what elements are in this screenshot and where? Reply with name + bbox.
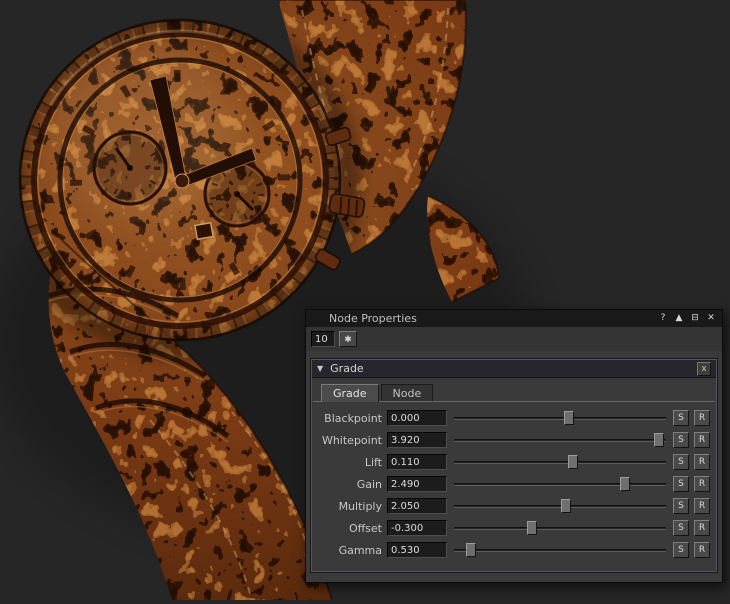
tab-node[interactable]: Node: [381, 384, 434, 401]
parameter-value-field[interactable]: [387, 520, 447, 536]
parameter-value-field[interactable]: [387, 410, 447, 426]
grade-group-header[interactable]: ▼ Grade x: [312, 360, 716, 378]
panel-titlebar[interactable]: Node Properties ? ▲ ⊟ ✕: [306, 310, 722, 327]
titlebar-icons: ? ▲ ⊟ ✕: [657, 312, 717, 325]
close-icon[interactable]: ✕: [705, 312, 717, 325]
tab-bar: Grade Node: [312, 378, 716, 401]
parameter-label: Lift: [318, 456, 382, 469]
row-gamma: Gamma S R: [318, 542, 710, 558]
parameter-slider[interactable]: [452, 476, 668, 492]
s-button[interactable]: S: [673, 454, 689, 470]
parameter-value-field[interactable]: [387, 432, 447, 448]
parameter-slider[interactable]: [452, 432, 668, 448]
s-button[interactable]: S: [673, 498, 689, 514]
r-button[interactable]: R: [694, 498, 710, 514]
slider-track: [454, 505, 666, 508]
panel-title: Node Properties: [329, 312, 657, 325]
node-properties-panel: Node Properties ? ▲ ⊟ ✕ ✱ ▼ Grade x Grad…: [305, 309, 723, 583]
parameter-label: Offset: [318, 522, 382, 535]
r-button[interactable]: R: [694, 410, 710, 426]
r-button[interactable]: R: [694, 542, 710, 558]
subdial-left: [94, 132, 166, 204]
parameter-slider[interactable]: [452, 542, 668, 558]
parameter-slider[interactable]: [452, 454, 668, 470]
row-multiply: Multiply S R: [318, 498, 710, 514]
help-icon[interactable]: ?: [657, 312, 669, 325]
slider-handle[interactable]: [466, 543, 476, 557]
row-gain: Gain S R: [318, 476, 710, 492]
date-window: [195, 223, 213, 240]
slider-track: [454, 483, 666, 486]
tab-grade[interactable]: Grade: [321, 384, 379, 402]
parameter-value-field[interactable]: [387, 476, 447, 492]
parameter-label: Whitepoint: [318, 434, 382, 447]
slider-handle[interactable]: [527, 521, 537, 535]
parameter-label: Multiply: [318, 500, 382, 513]
slider-handle[interactable]: [561, 499, 571, 513]
panel-tool-icon[interactable]: ✱: [339, 331, 357, 347]
slider-handle[interactable]: [568, 455, 578, 469]
row-lift: Lift S R: [318, 454, 710, 470]
max-panels-field[interactable]: [311, 331, 335, 347]
slider-handle[interactable]: [654, 433, 664, 447]
parameter-slider[interactable]: [452, 410, 668, 426]
grade-close-button[interactable]: x: [697, 362, 711, 376]
slider-track: [454, 549, 666, 552]
parameter-value-field[interactable]: [387, 498, 447, 514]
parameter-slider[interactable]: [452, 498, 668, 514]
parameter-label: Gain: [318, 478, 382, 491]
r-button[interactable]: R: [694, 476, 710, 492]
s-button[interactable]: S: [673, 520, 689, 536]
s-button[interactable]: S: [673, 432, 689, 448]
float-icon[interactable]: ⊟: [689, 312, 701, 325]
slider-track: [454, 461, 666, 464]
parameter-value-field[interactable]: [387, 454, 447, 470]
r-button[interactable]: R: [694, 454, 710, 470]
parameter-value-field[interactable]: [387, 542, 447, 558]
parameter-label: Blackpoint: [318, 412, 382, 425]
slider-track: [454, 439, 666, 442]
slider-handle[interactable]: [620, 477, 630, 491]
s-button[interactable]: S: [673, 410, 689, 426]
slider-track: [454, 527, 666, 530]
grade-group-title: Grade: [330, 362, 690, 375]
grade-node-group: ▼ Grade x Grade Node Blackpoint S R Whit…: [311, 359, 717, 572]
s-button[interactable]: S: [673, 542, 689, 558]
row-blackpoint: Blackpoint S R: [318, 410, 710, 426]
parameter-rows: Blackpoint S R Whitepoint S R: [312, 402, 716, 571]
parameter-slider[interactable]: [452, 520, 668, 536]
collapse-triangle-icon[interactable]: ▼: [317, 364, 323, 373]
r-button[interactable]: R: [694, 520, 710, 536]
panel-toolbar: ✱: [306, 327, 722, 351]
row-offset: Offset S R: [318, 520, 710, 536]
slider-track: [454, 417, 666, 420]
r-button[interactable]: R: [694, 432, 710, 448]
s-button[interactable]: S: [673, 476, 689, 492]
maximize-icon[interactable]: ▲: [673, 312, 685, 325]
parameter-label: Gamma: [318, 544, 382, 557]
slider-handle[interactable]: [564, 411, 574, 425]
row-whitepoint: Whitepoint S R: [318, 432, 710, 448]
